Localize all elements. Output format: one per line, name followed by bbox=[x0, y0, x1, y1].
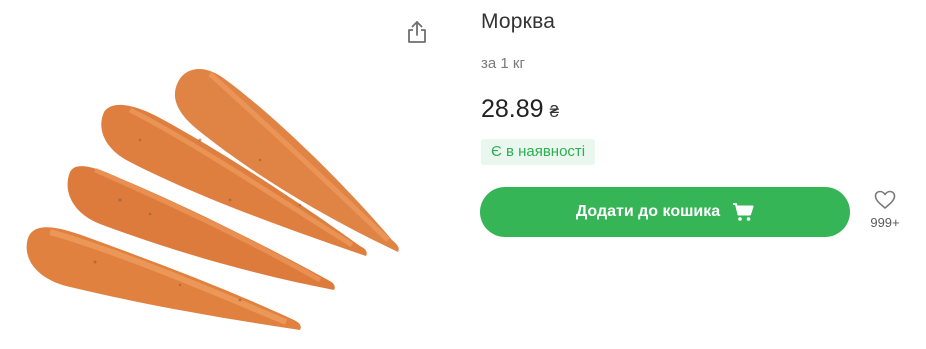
cart-icon bbox=[733, 203, 754, 221]
share-button[interactable] bbox=[404, 18, 430, 46]
favorites-count: 999+ bbox=[870, 215, 900, 230]
add-to-cart-button[interactable]: Додати до кошика bbox=[480, 187, 850, 237]
share-icon bbox=[408, 21, 426, 43]
price-value: 28.89 bbox=[481, 95, 544, 123]
favorite-button[interactable]: 999+ bbox=[862, 190, 908, 230]
price-currency: ₴ bbox=[549, 102, 560, 121]
product-image bbox=[0, 0, 440, 344]
heart-icon bbox=[874, 190, 896, 209]
carrots-image bbox=[26, 68, 399, 330]
price: 28.89 ₴ bbox=[481, 95, 559, 124]
availability-badge: Є в наявності bbox=[481, 139, 596, 165]
product-unit: за 1 кг bbox=[481, 55, 525, 72]
product-title: Морква bbox=[481, 10, 556, 33]
add-to-cart-label: Додати до кошика bbox=[575, 203, 721, 220]
